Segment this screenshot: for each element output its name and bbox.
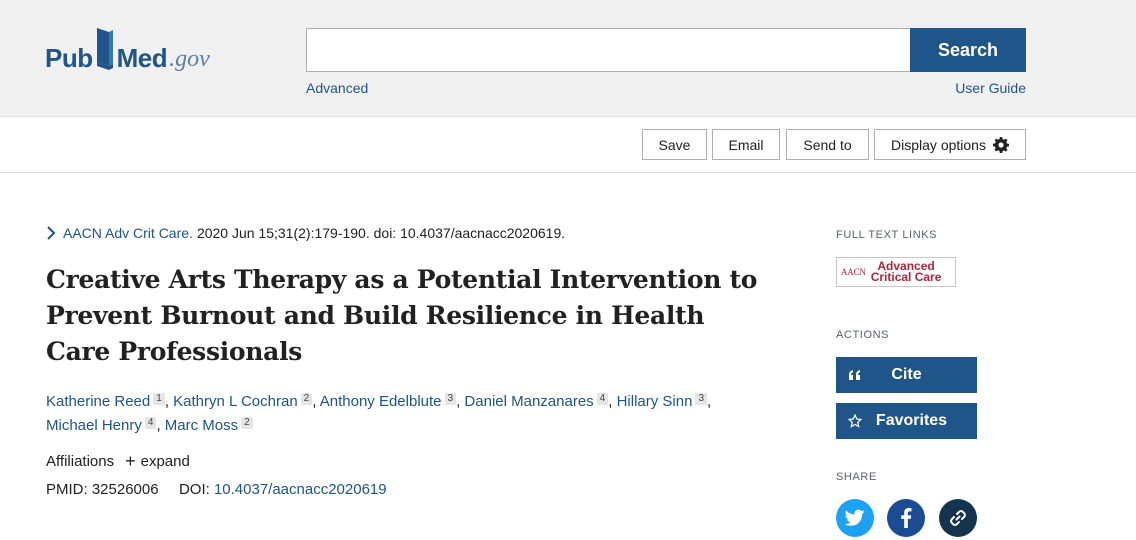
book-icon — [96, 28, 113, 70]
pmid-value: 32526006 — [91, 481, 159, 498]
affiliations-label: Affiliations — [46, 453, 115, 470]
author-link[interactable]: Anthony Edelblute — [320, 393, 442, 410]
share-twitter-button[interactable] — [836, 499, 874, 537]
author-link[interactable]: Kathryn L Cochran — [173, 393, 298, 410]
save-label: Save — [658, 136, 691, 153]
search-input[interactable] — [306, 28, 911, 72]
favorites-button[interactable]: Favorites — [836, 403, 977, 439]
logo-gov-text: .gov — [169, 46, 210, 72]
affiliation-marker[interactable]: 3 — [444, 393, 457, 405]
aacn-logo-small: AACN — [841, 267, 866, 277]
email-label: Email — [728, 136, 764, 153]
author-link[interactable]: Marc Moss — [165, 417, 238, 434]
chevron-right-icon[interactable] — [46, 226, 56, 240]
logo-med-text: Med — [116, 43, 168, 73]
share-heading: SHARE — [836, 471, 877, 483]
link-icon — [950, 510, 966, 526]
affiliation-marker[interactable]: 1 — [153, 393, 165, 405]
gear-icon — [992, 136, 1009, 153]
display-options-label: Display options — [891, 136, 986, 153]
journal-link[interactable]: AACN Adv Crit Care. — [63, 225, 193, 241]
site-header: Pub Med .gov Search Advanced User Guide — [0, 0, 1136, 117]
aacn-full-text-link[interactable]: AACN Advanced Critical Care — [836, 257, 956, 287]
plus-icon: + — [125, 451, 136, 471]
cite-label: Cite — [891, 366, 922, 383]
expand-affiliations-button[interactable]: + expand — [125, 451, 190, 471]
cite-button[interactable]: Cite — [836, 357, 977, 393]
affiliation-marker[interactable]: 2 — [241, 417, 253, 429]
full-text-links-heading: FULL TEXT LINKS — [836, 229, 938, 241]
author-link[interactable]: Michael Henry — [46, 417, 142, 434]
affiliation-marker[interactable]: 3 — [695, 393, 707, 405]
affiliations-row: Affiliations + expand — [46, 451, 190, 471]
doi-label: DOI: — [178, 481, 210, 498]
display-options-button[interactable]: Display options — [874, 129, 1026, 160]
send-to-label: Send to — [803, 136, 852, 153]
favorites-label: Favorites — [875, 412, 948, 429]
article-title: Creative Arts Therapy as a Potential Int… — [46, 265, 758, 366]
affiliation-marker[interactable]: 2 — [300, 393, 313, 405]
pubmed-logo[interactable]: Pub Med .gov — [45, 24, 210, 74]
share-permalink-button[interactable] — [939, 499, 977, 537]
user-guide-link[interactable]: User Guide — [955, 80, 1026, 96]
aacn-logo-text: Advanced Critical Care — [870, 260, 942, 284]
facebook-icon — [901, 508, 912, 528]
affiliation-marker[interactable]: 4 — [144, 417, 157, 429]
author-link[interactable]: Katherine Reed — [46, 393, 150, 410]
expand-label: expand — [140, 453, 190, 470]
identifiers-row: PMID: 32526006 DOI: 10.4037/aacnacc20206… — [46, 481, 387, 498]
author-link[interactable]: Hillary Sinn — [617, 393, 693, 410]
logo-pub-text: Pub — [45, 43, 93, 73]
citation-line: AACN Adv Crit Care. 2020 Jun 15;31(2):17… — [46, 225, 565, 241]
search-button[interactable]: Search — [910, 28, 1026, 72]
twitter-icon — [845, 509, 865, 526]
author-link[interactable]: Daniel Manzanares — [464, 393, 593, 410]
article-toolbar: Save Email Send to Display options — [0, 117, 1136, 173]
author-list: Katherine Reed 1, Kathryn L Cochran 2, Ant… — [46, 393, 712, 434]
pmid-label: PMID: — [46, 481, 88, 498]
actions-heading: ACTIONS — [836, 329, 890, 341]
email-button[interactable]: Email — [712, 129, 780, 160]
doi-link[interactable]: 10.4037/aacnacc2020619 — [214, 481, 387, 498]
send-to-button[interactable]: Send to — [786, 129, 869, 160]
advanced-search-link[interactable]: Advanced — [306, 80, 368, 96]
save-button[interactable]: Save — [642, 129, 707, 160]
citation-details: 2020 Jun 15;31(2):179-190. doi: 10.4037/… — [196, 225, 566, 241]
aacn-logo-line2: Critical Care — [870, 270, 942, 284]
affiliation-marker[interactable]: 4 — [596, 393, 609, 405]
share-facebook-button[interactable] — [887, 499, 925, 537]
